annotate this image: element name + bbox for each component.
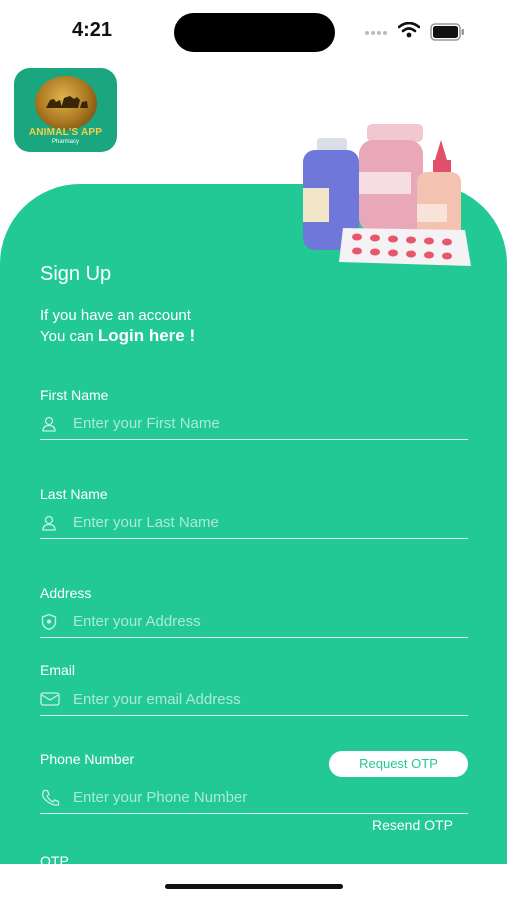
person-icon [42, 416, 56, 432]
shield-icon [41, 613, 57, 631]
cellular-signal-icon [365, 31, 387, 35]
last-name-input[interactable] [73, 508, 453, 536]
battery-icon [430, 23, 464, 41]
email-label: Email [40, 662, 76, 678]
last-name-field [40, 508, 468, 539]
phone-number-input[interactable] [73, 783, 453, 811]
account-prompt-text: If you have an account [40, 307, 191, 324]
page-title: Sign Up [40, 263, 112, 285]
phone-number-field [40, 783, 468, 814]
login-link[interactable]: Login here ! [98, 326, 195, 345]
logo-title: ANIMAL'S APP [28, 127, 103, 138]
phone-icon [42, 789, 60, 806]
login-prompt-prefix: You can [40, 328, 98, 345]
email-input[interactable] [73, 685, 453, 713]
last-name-label: Last Name [40, 486, 108, 502]
email-field [40, 685, 468, 716]
home-bar-area [0, 864, 507, 900]
envelope-icon [40, 692, 60, 706]
address-label: Address [40, 585, 92, 601]
wifi-icon [398, 22, 420, 38]
resend-otp-link[interactable]: Resend OTP [372, 817, 453, 833]
first-name-input[interactable] [73, 409, 453, 437]
medicine-illustration [303, 124, 471, 266]
home-indicator[interactable] [165, 884, 343, 889]
first-name-label: First Name [40, 387, 109, 403]
status-bar: 4:21 [0, 0, 507, 62]
first-name-field [40, 409, 468, 440]
app-logo: ANIMAL'S APP Pharmacy [14, 68, 117, 152]
dynamic-island [174, 13, 335, 52]
address-input[interactable] [73, 607, 453, 635]
phone-number-label: Phone Number [40, 751, 135, 767]
request-otp-button[interactable]: Request OTP [329, 751, 468, 777]
person-icon [42, 515, 56, 531]
animal-silhouette-icon [46, 96, 88, 108]
login-prompt: You can Login here ! [40, 326, 195, 346]
logo-subtitle: Pharmacy [51, 139, 79, 145]
address-field [40, 607, 468, 638]
status-time: 4:21 [72, 19, 113, 41]
